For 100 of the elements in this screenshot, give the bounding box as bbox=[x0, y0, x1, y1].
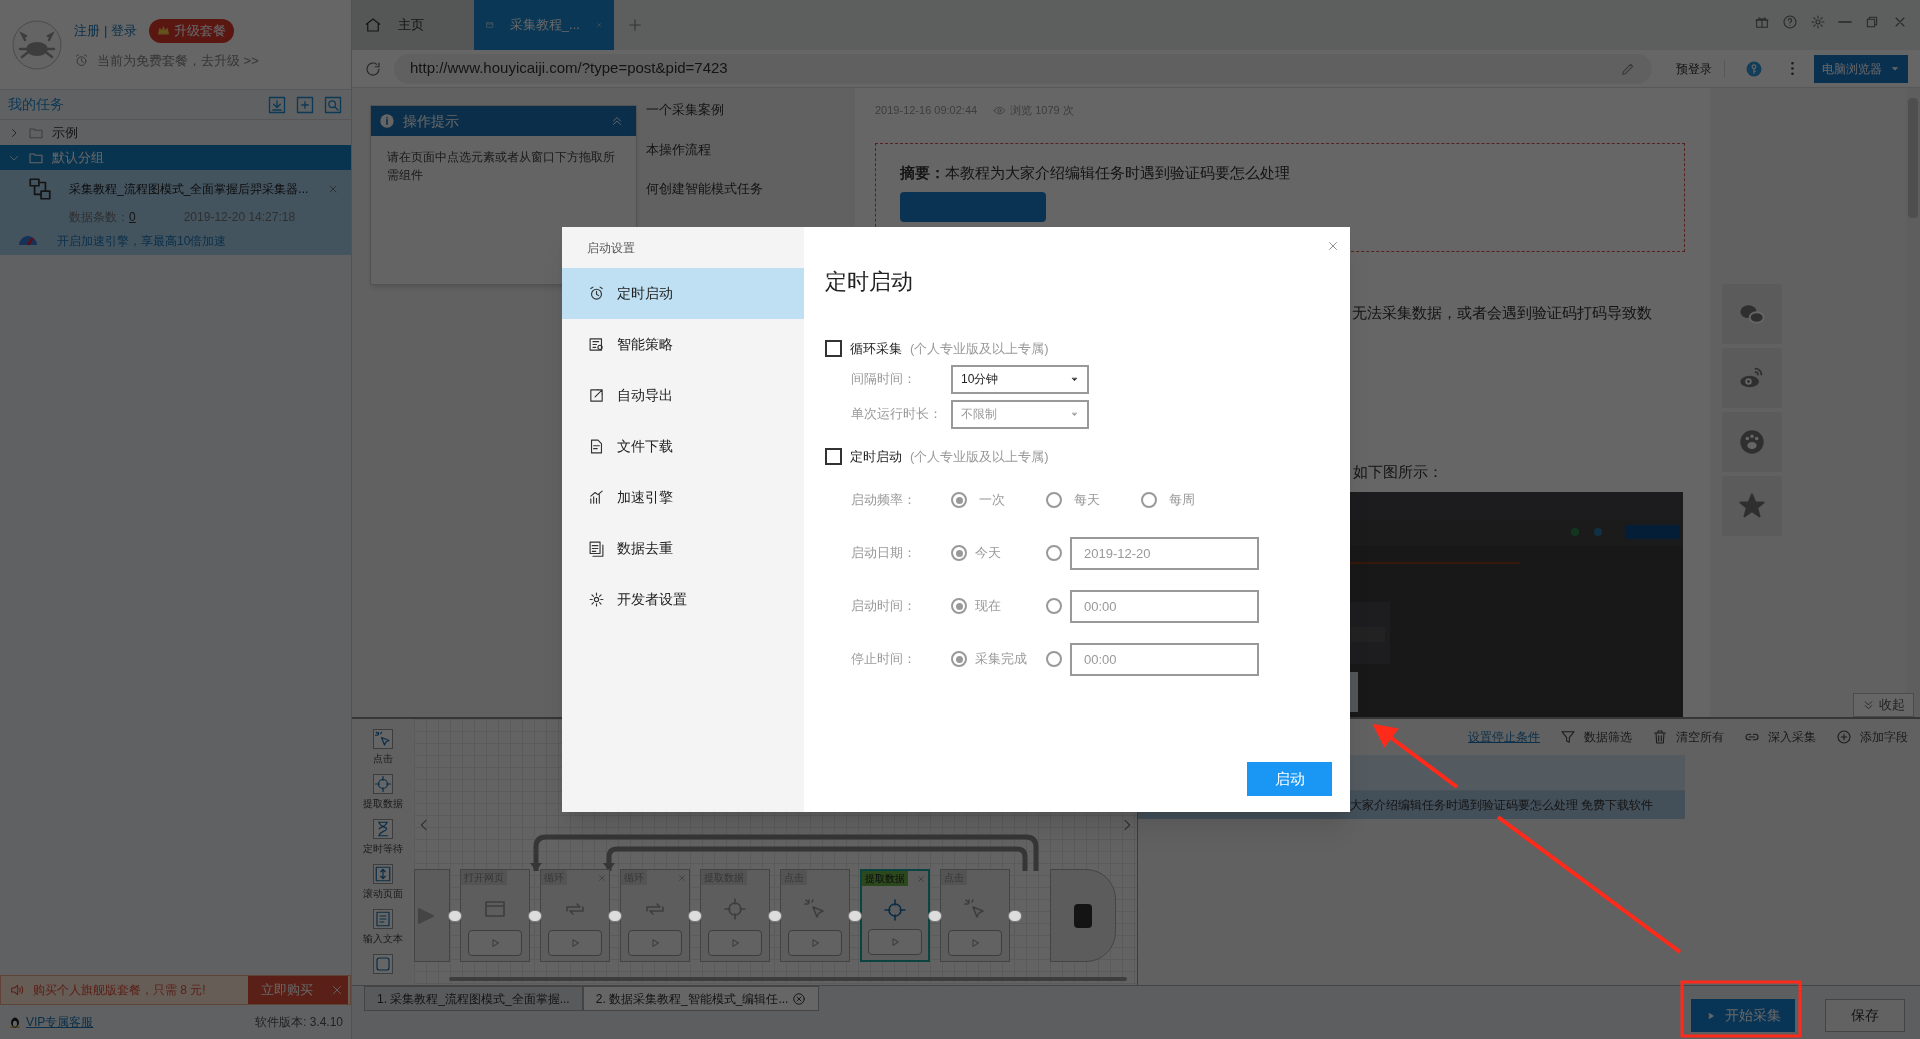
search-icon bbox=[323, 94, 343, 115]
start-node[interactable] bbox=[414, 869, 450, 962]
browser-tab[interactable]: 主页 bbox=[352, 0, 474, 50]
square-icon bbox=[373, 954, 393, 974]
account-link[interactable]: 登录 bbox=[111, 21, 138, 41]
field-label: 单次运行时长： bbox=[850, 405, 943, 424]
tool-item[interactable]: 滚动页面 bbox=[363, 864, 403, 901]
double-chevron-icon bbox=[1862, 698, 1875, 712]
share-button[interactable] bbox=[1722, 476, 1782, 536]
share-button[interactable] bbox=[1722, 348, 1782, 408]
radio-button[interactable] bbox=[1046, 598, 1062, 614]
address-field[interactable]: http://www.houyicaiji.com/?type=post&pid=7423 bbox=[394, 53, 1652, 84]
play-button[interactable] bbox=[628, 930, 682, 956]
toc-link[interactable]: 何创建智能模式任务 bbox=[646, 179, 835, 199]
tab-label: 主页 bbox=[398, 16, 424, 35]
play-button[interactable] bbox=[868, 929, 922, 955]
tab-label: 采集教程_... bbox=[509, 16, 580, 35]
radio-button[interactable] bbox=[1046, 492, 1062, 508]
browser-mode-button[interactable]: 电脑浏览器 bbox=[1814, 54, 1908, 83]
radio-button[interactable] bbox=[951, 651, 967, 667]
key-icon bbox=[1745, 59, 1763, 78]
nav-item[interactable]: 智能策略 bbox=[562, 319, 804, 370]
close-icon bbox=[326, 976, 348, 1004]
play-button[interactable] bbox=[788, 930, 842, 956]
toolbar-button[interactable]: 添加字段 bbox=[1836, 728, 1908, 746]
field-label: 启动日期： bbox=[850, 544, 917, 563]
radio-button[interactable] bbox=[1046, 545, 1062, 561]
speaker-icon bbox=[9, 982, 25, 998]
radio-button[interactable] bbox=[951, 492, 967, 508]
collapse-button[interactable]: 收起 bbox=[1853, 693, 1914, 717]
download-icon bbox=[267, 94, 287, 115]
checkbox-label: 循环采集 bbox=[850, 340, 902, 358]
horizontal-scrollbar[interactable] bbox=[449, 977, 1127, 981]
task-tab[interactable]: 1. 采集教程_流程图模式_全面掌握... bbox=[364, 986, 583, 1011]
buy-button[interactable]: 立即购买 bbox=[248, 976, 326, 1004]
nav-item[interactable]: 数据去重 bbox=[562, 523, 804, 574]
stop-condition-link[interactable]: 设置停止条件 bbox=[1468, 728, 1540, 746]
task-tab[interactable]: 2. 数据采集教程_智能模式_编辑任... bbox=[582, 986, 820, 1011]
hint-text: 请在页面中点选元素或者从窗口下方拖取所需组件 bbox=[386, 149, 616, 184]
toolbar-button[interactable]: 清空所有 bbox=[1652, 728, 1724, 746]
toolbar-button[interactable]: 数据筛选 bbox=[1560, 728, 1632, 746]
support-link[interactable]: VIP专属客服 bbox=[26, 1013, 94, 1031]
radio-button[interactable] bbox=[1046, 651, 1062, 667]
field-label: 启动时间： bbox=[850, 597, 917, 616]
end-node[interactable] bbox=[1050, 869, 1116, 962]
chart-icon bbox=[588, 489, 605, 506]
toolbar-button[interactable]: 深入采集 bbox=[1744, 728, 1816, 746]
group-row[interactable]: 示例 bbox=[0, 120, 351, 145]
field-label: 停止时间： bbox=[850, 650, 917, 669]
click-icon bbox=[803, 897, 827, 921]
restore-icon bbox=[1864, 14, 1880, 30]
hourglass-icon bbox=[373, 819, 393, 839]
browser-tab[interactable]: 采集教程_... bbox=[474, 0, 614, 50]
radio-button[interactable] bbox=[951, 598, 967, 614]
nav-item[interactable]: 文件下载 bbox=[562, 421, 804, 472]
radio-label: 每周 bbox=[1169, 491, 1195, 510]
start-button[interactable]: 启动 bbox=[1247, 762, 1332, 796]
pre-login-link[interactable]: 预登录 bbox=[1664, 59, 1725, 78]
nav-item[interactable]: 定时启动 bbox=[562, 268, 804, 319]
tool-item[interactable]: 提取数据 bbox=[363, 774, 403, 811]
crosshair-icon bbox=[373, 774, 393, 794]
save-button[interactable]: 保存 bbox=[1825, 999, 1905, 1032]
toc-link[interactable]: 本操作流程 bbox=[646, 139, 835, 159]
export-icon bbox=[588, 387, 605, 404]
link-separator: | bbox=[104, 22, 108, 40]
account-link[interactable]: 注册 bbox=[74, 21, 100, 41]
play-button[interactable] bbox=[468, 930, 522, 956]
nav-item[interactable]: 开发者设置 bbox=[562, 574, 804, 625]
count-link[interactable]: 0 bbox=[129, 207, 136, 226]
document-icon bbox=[373, 909, 393, 929]
tool-item[interactable]: 定时等待 bbox=[363, 819, 403, 856]
filter-icon bbox=[1560, 729, 1576, 745]
play-button[interactable] bbox=[548, 930, 602, 956]
radio-label: 现在 bbox=[975, 597, 1001, 616]
paragraph-text: 无法采集数据，或者会遇到验证码打码导致数 bbox=[1351, 303, 1653, 324]
radio-label: 每天 bbox=[1074, 491, 1100, 510]
radio-label: 采集完成 bbox=[975, 650, 1027, 669]
share-button[interactable] bbox=[1722, 284, 1782, 344]
url-text: http://www.houyicaiji.com/?type=post&pid=7423 bbox=[410, 58, 728, 79]
tool-item[interactable] bbox=[373, 954, 393, 974]
nav-item[interactable]: 自动导出 bbox=[562, 370, 804, 421]
tool-item[interactable]: 输入文本 bbox=[363, 909, 403, 946]
play-button[interactable] bbox=[708, 930, 762, 956]
group-row[interactable]: 默认分组 bbox=[0, 145, 351, 170]
penguin-icon bbox=[8, 1015, 22, 1029]
checkbox[interactable] bbox=[825, 340, 842, 358]
radio-button[interactable] bbox=[951, 545, 967, 561]
share-button[interactable] bbox=[1722, 412, 1782, 472]
document-icon bbox=[588, 336, 605, 353]
radio-button[interactable] bbox=[1141, 492, 1157, 508]
nav-item[interactable]: 加速引擎 bbox=[562, 472, 804, 523]
flowchart-icon bbox=[27, 175, 53, 202]
dropdown-field[interactable]: 10分钟 bbox=[951, 364, 1089, 394]
info-icon bbox=[379, 113, 395, 129]
close-icon bbox=[1326, 239, 1340, 253]
checkbox[interactable] bbox=[825, 447, 842, 465]
upgrade-button[interactable]: 升级套餐 bbox=[149, 18, 235, 43]
start-button[interactable]: 开始采集 bbox=[1691, 999, 1795, 1032]
alarm-icon bbox=[588, 285, 605, 302]
play-button[interactable] bbox=[948, 930, 1002, 956]
